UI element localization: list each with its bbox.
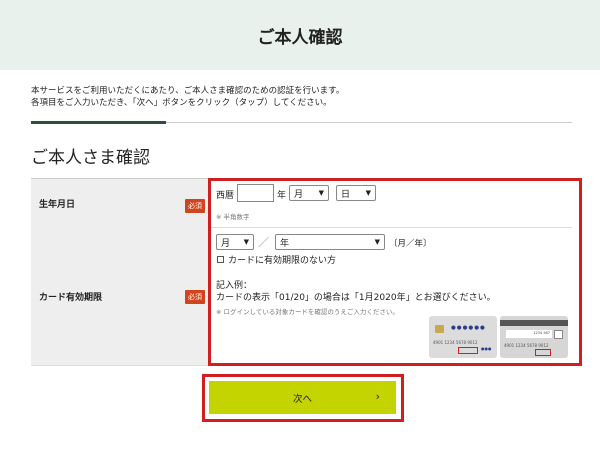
page-title: ご本人確認 — [257, 27, 343, 48]
divider-accent — [31, 121, 166, 124]
page-header: ご本人確認 — [0, 0, 600, 70]
intro-line-2: 各項目をご入力いただき、「次へ」ボタンをクリック（タップ）してください。 — [31, 98, 332, 108]
expiry-label-cell: カード有効期限 必須 — [31, 227, 209, 365]
form-highlight-frame — [208, 178, 582, 366]
next-button[interactable]: 次へ › — [209, 381, 396, 414]
intro-line-1: 本サービスをご利用いただくにあたり、ご本人さま確認のための認証を行います。 — [31, 86, 345, 96]
birthdate-label-cell: 生年月日 必須 — [31, 179, 209, 227]
birthdate-label: 生年月日 — [39, 199, 76, 210]
next-button-label: 次へ — [292, 393, 312, 405]
required-badge: 必須 — [185, 290, 205, 304]
expiry-label: カード有効期限 — [39, 292, 103, 303]
intro-text: 本サービスをご利用いただくにあたり、ご本人さま確認のための認証を行います。 各項… — [31, 85, 344, 109]
chevron-right-icon: › — [375, 390, 380, 403]
required-badge: 必須 — [185, 199, 205, 213]
section-title: ご本人さま確認 — [31, 148, 150, 168]
